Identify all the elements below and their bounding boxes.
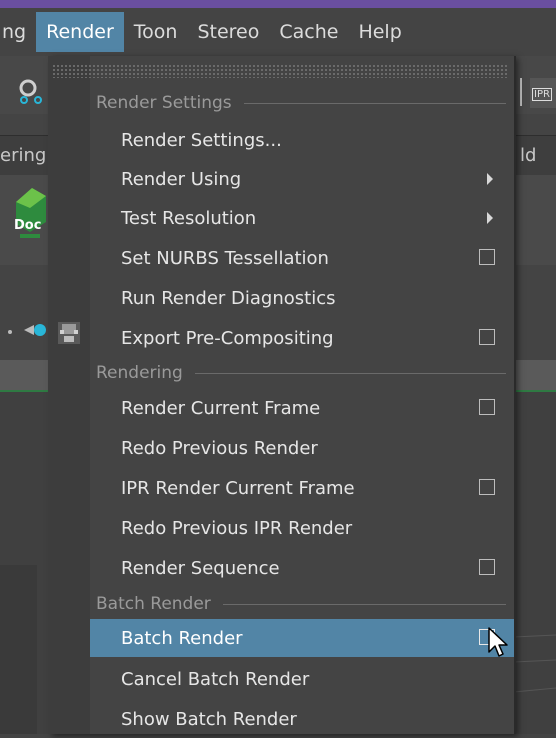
menu-item-label: Redo Previous Render [121, 437, 318, 459]
option-box-icon[interactable] [479, 559, 495, 575]
menu-item-label: Render Current Frame [121, 397, 321, 419]
menu-item-render-settings[interactable]: Render Settings... [90, 121, 514, 159]
menu-item-cancel-batch-render[interactable]: Cancel Batch Render [90, 660, 514, 698]
graph-left-panel [0, 565, 37, 734]
separator [520, 78, 522, 106]
menu-toon[interactable]: Toon [124, 12, 188, 52]
menu-item-label: IPR Render Current Frame [121, 477, 355, 499]
section-rendering: Rendering [96, 361, 506, 385]
menu-item-batch-render[interactable]: Batch Render [90, 619, 514, 657]
menu-item-export-pre-compositing[interactable]: Export Pre-Compositing [90, 319, 514, 357]
pre-compositing-icon [58, 322, 80, 344]
section-render-settings: Render Settings [96, 91, 506, 115]
doc-shelf-label: Doc [14, 218, 42, 233]
menu-item-label: Render Using [121, 168, 242, 190]
window-top-strip [0, 0, 556, 8]
section-label: Batch Render [96, 594, 211, 614]
menu-item-redo-previous-ipr-render[interactable]: Redo Previous IPR Render [90, 509, 514, 547]
section-label: Rendering [96, 363, 183, 383]
menu-item-label: Set NURBS Tessellation [121, 247, 329, 269]
shelf-tab-rendering[interactable]: ering [0, 145, 46, 166]
menu-item-run-render-diagnostics[interactable]: Run Render Diagnostics [90, 279, 514, 317]
menu-item-show-batch-render[interactable]: Show Batch Render [90, 700, 514, 738]
menu-item-render-current-frame[interactable]: Render Current Frame [90, 389, 514, 427]
menu-item-redo-previous-render[interactable]: Redo Previous Render [90, 429, 514, 467]
menu-item-render-sequence[interactable]: Render Sequence [90, 549, 514, 587]
menu-item-label: Cancel Batch Render [121, 668, 310, 690]
option-box-icon[interactable] [479, 479, 495, 495]
menu-cache[interactable]: Cache [269, 12, 348, 52]
magnet-snap-icon[interactable] [14, 78, 48, 106]
menu-item-test-resolution[interactable]: Test Resolution [90, 199, 514, 237]
menu-stereo[interactable]: Stereo [187, 12, 269, 52]
ipr-label: IPR [532, 88, 552, 101]
section-label: Render Settings [96, 93, 232, 113]
menu-item-label: Export Pre-Compositing [121, 327, 334, 349]
menu-bar: ng Render Toon Stereo Cache Help [0, 8, 556, 56]
menu-rigging[interactable]: ng [0, 12, 36, 52]
menu-help[interactable]: Help [348, 12, 411, 52]
option-box-icon[interactable] [479, 399, 495, 415]
menu-icon-gutter [48, 56, 90, 734]
mouse-cursor-icon [488, 627, 508, 657]
render-dropdown-menu: Render Settings Render Settings... Rende… [48, 56, 514, 734]
ipr-render-icon[interactable]: IPR [530, 78, 556, 108]
menu-item-ipr-render-current-frame[interactable]: IPR Render Current Frame [90, 469, 514, 507]
menu-item-label: Redo Previous IPR Render [121, 517, 353, 539]
menu-item-label: Show Batch Render [121, 708, 297, 730]
submenu-arrow-icon [487, 212, 493, 224]
menu-item-label: Test Resolution [121, 207, 257, 229]
menu-render[interactable]: Render [36, 12, 124, 52]
menu-item-label: Run Render Diagnostics [121, 287, 336, 309]
option-box-icon[interactable] [479, 329, 495, 345]
tear-off-handle[interactable] [52, 64, 508, 78]
submenu-arrow-icon [487, 173, 493, 185]
menu-item-label: Render Sequence [121, 557, 280, 579]
menu-item-render-using[interactable]: Render Using [90, 160, 514, 198]
menu-item-label: Batch Render [121, 627, 243, 649]
option-box-icon[interactable] [479, 249, 495, 265]
menu-item-set-nurbs-tessellation[interactable]: Set NURBS Tessellation [90, 239, 514, 277]
section-batch-render: Batch Render [96, 592, 506, 616]
shelf-tab-custom[interactable]: ld [520, 145, 536, 166]
menu-item-label: Render Settings... [121, 129, 282, 151]
